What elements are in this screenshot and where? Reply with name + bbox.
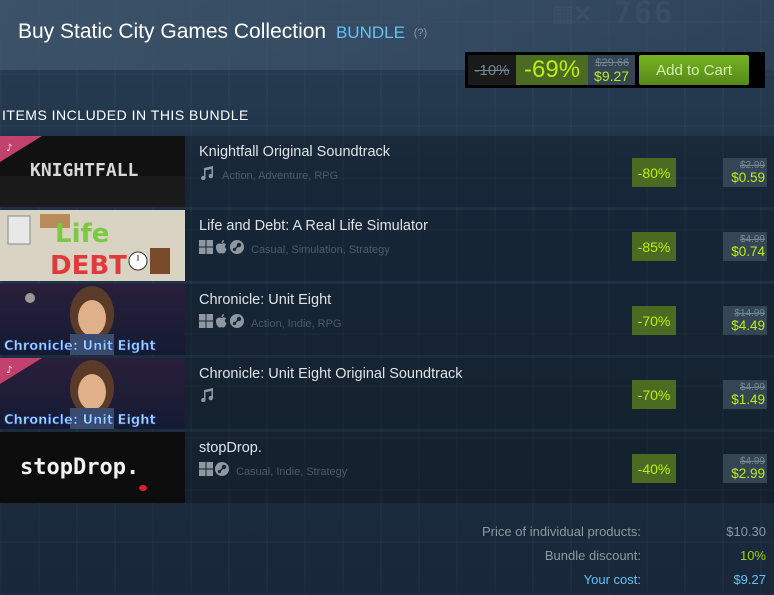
page-title: Buy Static City Games Collection BUNDLE … xyxy=(18,20,427,44)
capsule-title-text: stopDrop. xyxy=(20,455,139,480)
apple-icon xyxy=(215,240,228,259)
item-final-price: $2.99 xyxy=(731,465,765,481)
music-icon xyxy=(199,388,215,407)
item-meta: Action, Indie, RPG xyxy=(199,314,342,333)
item-name[interactable]: stopDrop. xyxy=(199,440,262,456)
steam-icon xyxy=(230,314,244,333)
bundle-item[interactable]: KNIGHTFALL ♪ Knightfall Original Soundtr… xyxy=(0,136,774,207)
item-discount: -70% xyxy=(632,380,676,409)
item-name[interactable]: Chronicle: Unit Eight xyxy=(199,292,331,308)
your-cost-value: $9.27 xyxy=(733,572,766,587)
final-price: $9.27 xyxy=(594,67,630,84)
windows-icon xyxy=(199,462,213,481)
your-cost-row: Your cost: $9.27 xyxy=(0,572,774,592)
capsule-title-text: Chronicle: Unit Eight xyxy=(4,339,156,354)
item-meta: Casual, Simulation, Strategy xyxy=(199,240,390,259)
item-tags: Action, Adventure, RPG xyxy=(222,169,339,182)
bundle-badge: BUNDLE xyxy=(335,23,405,42)
individual-price-value: $10.30 xyxy=(726,524,766,539)
apple-icon xyxy=(215,314,228,333)
help-link[interactable]: (?) xyxy=(414,27,427,39)
item-tags: Casual, Simulation, Strategy xyxy=(251,243,390,256)
item-final-price: $1.49 xyxy=(731,391,765,407)
bundle-discount-pct: -10% xyxy=(468,55,516,85)
item-final-price: $0.59 xyxy=(731,169,765,185)
bundle-discount-label: Bundle discount: xyxy=(544,548,641,563)
steam-icon xyxy=(230,240,244,259)
individual-price-row: Price of individual products: $10.30 xyxy=(0,524,774,544)
capsule-title-text: Life xyxy=(55,219,109,249)
steam-icon xyxy=(215,462,229,481)
capsule-title-text: Chronicle: Unit Eight xyxy=(4,413,156,428)
item-prices: $4.99 $0.74 xyxy=(723,232,767,261)
item-tags: Action, Indie, RPG xyxy=(251,317,342,330)
item-final-price: $4.49 xyxy=(731,317,765,333)
bundle-item[interactable]: stopDrop. stopDrop. Casual, Indie, Strat… xyxy=(0,432,774,503)
svg-text:DEBT: DEBT xyxy=(50,251,127,281)
music-icon xyxy=(199,166,215,185)
item-name[interactable]: Chronicle: Unit Eight Original Soundtrac… xyxy=(199,366,463,382)
original-price: $29.66 xyxy=(595,56,630,69)
item-capsule-image[interactable]: Chronicle: Unit Eight xyxy=(0,284,185,355)
item-tags: Casual, Indie, Strategy xyxy=(236,465,348,478)
item-meta: Casual, Indie, Strategy xyxy=(199,462,347,481)
item-name[interactable]: Life and Debt: A Real Life Simulator xyxy=(199,218,428,234)
item-prices: $4.99 $1.49 xyxy=(723,380,767,409)
bundle-discount-row: Bundle discount: 10% xyxy=(0,548,774,568)
add-to-cart-button[interactable]: Add to Cart xyxy=(639,55,750,85)
your-cost-label: Your cost: xyxy=(583,572,641,587)
bundle-item[interactable]: Life DEBT Life and Debt: A Real Life Sim… xyxy=(0,210,774,281)
item-final-price: $0.74 xyxy=(731,243,765,259)
item-discount: -80% xyxy=(632,158,676,187)
item-discount: -40% xyxy=(632,454,676,483)
bundle-item[interactable]: Chronicle: Unit Eight ♪ Chronicle: Unit … xyxy=(0,358,774,429)
item-prices: $14.99 $4.49 xyxy=(723,306,767,335)
section-heading: ITEMS INCLUDED IN THIS BUNDLE xyxy=(2,107,249,123)
item-name[interactable]: Knightfall Original Soundtrack xyxy=(199,144,390,160)
windows-icon xyxy=(199,240,213,259)
item-capsule-image[interactable]: Life DEBT xyxy=(0,210,185,281)
windows-icon xyxy=(199,314,213,333)
svg-text:♪: ♪ xyxy=(6,143,12,154)
bundle-items-list: KNIGHTFALL ♪ Knightfall Original Soundtr… xyxy=(0,136,774,506)
item-discount: -70% xyxy=(632,306,676,335)
individual-price-label: Price of individual products: xyxy=(482,524,641,539)
price-box: $29.66 $9.27 xyxy=(588,55,636,85)
svg-text:♪: ♪ xyxy=(6,365,12,376)
item-discount: -85% xyxy=(632,232,676,261)
bundle-discount-value: 10% xyxy=(739,548,766,563)
discount-pct: -69% xyxy=(516,55,589,85)
item-capsule-image[interactable]: stopDrop. xyxy=(0,432,185,503)
item-capsule-image[interactable]: KNIGHTFALL ♪ xyxy=(0,136,185,207)
item-capsule-image[interactable]: Chronicle: Unit Eight ♪ xyxy=(0,358,185,429)
capsule-title-text: KNIGHTFALL xyxy=(30,160,139,181)
item-prices: $4.99 $2.99 xyxy=(723,454,767,483)
purchase-area: -10% -69% $29.66 $9.27 Add to Cart xyxy=(465,52,765,88)
item-meta: Action, Adventure, RPG xyxy=(199,166,338,185)
item-prices: $2.99 $0.59 xyxy=(723,158,767,187)
bundle-title: Buy Static City Games Collection xyxy=(18,20,327,43)
item-meta xyxy=(199,388,222,407)
bundle-item[interactable]: Chronicle: Unit Eight Chronicle: Unit Ei… xyxy=(0,284,774,355)
